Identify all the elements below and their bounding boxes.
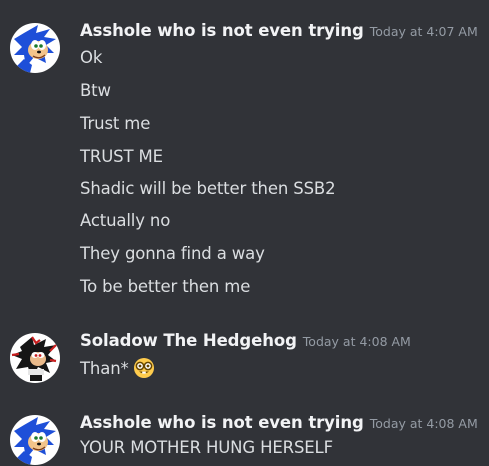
username[interactable]: Soladow The Hedgehog bbox=[80, 331, 297, 350]
user-avatar[interactable] bbox=[10, 415, 60, 465]
message-text: YOUR MOTHER HUNG HERSELF bbox=[80, 438, 333, 457]
shadow-avatar-icon bbox=[10, 333, 60, 383]
message-text: Actually no bbox=[80, 211, 171, 230]
message-text: TRUST ME bbox=[80, 147, 163, 166]
message-text: To be better then me bbox=[80, 277, 251, 296]
timestamp: Today at 4:07 AM bbox=[369, 24, 478, 39]
nerd-face-icon bbox=[133, 357, 155, 379]
user-avatar[interactable] bbox=[10, 23, 60, 73]
message-header: Soladow The Hedgehog Today at 4:08 AM bbox=[80, 330, 411, 352]
message-group: Soladow The Hedgehog Today at 4:08 AM Tha… bbox=[0, 330, 489, 386]
timestamp: Today at 4:08 AM bbox=[369, 416, 478, 431]
message-text: Shadic will be better then SSB2 bbox=[80, 179, 336, 198]
message-header: Asshole who is not even trying Today at 4… bbox=[80, 412, 478, 434]
username[interactable]: Asshole who is not even trying bbox=[80, 413, 364, 432]
message-text: Than* bbox=[80, 357, 155, 380]
message-text: Ok bbox=[80, 48, 103, 67]
message-text: Btw bbox=[80, 81, 111, 100]
username[interactable]: Asshole who is not even trying bbox=[80, 21, 364, 40]
sonic-avatar-icon bbox=[10, 23, 60, 73]
message-text-content: Than* bbox=[80, 359, 129, 378]
message-text: Trust me bbox=[80, 114, 151, 133]
chat-messages: Asshole who is not even trying Today at 4… bbox=[0, 0, 489, 466]
message-header: Asshole who is not even trying Today at 4… bbox=[80, 20, 478, 42]
message-group: Asshole who is not even trying Today at 4… bbox=[0, 412, 489, 466]
user-avatar[interactable] bbox=[10, 333, 60, 383]
message-group: Asshole who is not even trying Today at 4… bbox=[0, 20, 489, 300]
timestamp: Today at 4:08 AM bbox=[302, 334, 411, 349]
message-text: They gonna find a way bbox=[80, 244, 265, 263]
sonic-avatar-icon bbox=[10, 415, 60, 465]
